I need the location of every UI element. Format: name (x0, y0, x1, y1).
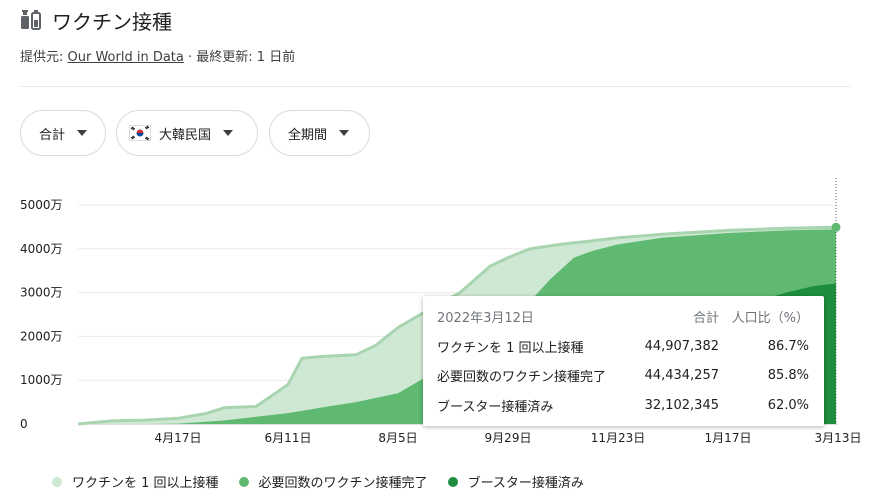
x-tick-label: 1月17日 (705, 431, 752, 445)
tooltip-row: ワクチンを 1 回以上接種 44,907,382 86.7% (437, 336, 810, 356)
metric-filter-label: 合計 (39, 127, 66, 143)
divider (20, 86, 850, 87)
tooltip-col-pct: 人口比（%） (731, 310, 809, 326)
tooltip-row-pct: 86.7% (767, 338, 809, 354)
legend-swatch (447, 476, 458, 487)
tooltip-row-total: 44,907,382 (644, 338, 719, 354)
korea-flag-icon (129, 125, 151, 141)
header: ワクチン接種 (20, 6, 172, 34)
last-updated: · 最終更新: 1 日前 (183, 50, 296, 65)
legend-label: 必要回数のワクチン接種完了 (258, 476, 428, 491)
source-line: 提供元: Our World in Data · 最終更新: 1 日前 (20, 46, 295, 65)
tooltip-row-total: 32,102,345 (644, 397, 719, 413)
y-tick-label: 0 (20, 417, 28, 431)
y-tick-label: 5000万 (20, 198, 63, 212)
chevron-down-icon (223, 130, 234, 136)
y-tick-label: 4000万 (20, 242, 63, 256)
tooltip-row-label: 必要回数のワクチン接種完了 (437, 369, 607, 385)
x-tick-label: 4月17日 (155, 431, 202, 445)
tooltip-header: 2022年3月12日 合計 人口比（%） (437, 306, 810, 326)
source-prefix: 提供元: (20, 50, 68, 65)
legend-item-booster[interactable]: ブースター接種済み (447, 472, 584, 491)
country-filter-label: 大韓民国 (159, 127, 212, 143)
y-tick-label: 1000万 (20, 373, 63, 387)
tooltip-row: 必要回数のワクチン接種完了 44,434,257 85.8% (437, 365, 810, 385)
page-title: ワクチン接種 (52, 9, 172, 34)
chevron-down-icon (339, 130, 350, 136)
chevron-down-icon (77, 130, 87, 136)
tooltip-row-total: 44,434,257 (644, 367, 719, 383)
chart-tooltip: 2022年3月12日 合計 人口比（%） ワクチンを 1 回以上接種 44,90… (423, 296, 824, 426)
country-filter-chip[interactable]: 大韓民国 (116, 110, 258, 156)
legend-swatch (238, 476, 249, 487)
vaccine-icon (21, 10, 41, 30)
tooltip-row: ブースター接種済み 32,102,345 62.0% (437, 395, 810, 415)
period-filter-chip[interactable]: 全期間 (269, 110, 370, 156)
chart-legend: ワクチンを 1 回以上接種 必要回数のワクチン接種完了 ブースター接種済み (52, 472, 604, 491)
legend-label: ブースター接種済み (467, 476, 584, 491)
tooltip-row-pct: 62.0% (767, 397, 809, 413)
x-tick-label: 9月29日 (485, 431, 532, 445)
period-filter-label: 全期間 (288, 127, 328, 143)
legend-item-first-dose[interactable]: ワクチンを 1 回以上接種 (52, 472, 219, 491)
tooltip-row-label: ブースター接種済み (437, 399, 554, 415)
x-tick-label: 11月23日 (591, 431, 646, 445)
source-link[interactable]: Our World in Data (68, 50, 184, 65)
x-tick-label: 6月11日 (265, 431, 312, 445)
legend-swatch (52, 476, 62, 487)
legend-item-fully-vaccinated[interactable]: 必要回数のワクチン接種完了 (238, 472, 428, 491)
tooltip-row-pct: 85.8% (767, 367, 809, 383)
x-tick-label: 3月13日 (815, 431, 862, 445)
tooltip-date: 2022年3月12日 (437, 310, 534, 326)
y-tick-label: 2000万 (20, 329, 63, 343)
metric-filter-chip[interactable]: 合計 (20, 110, 106, 156)
legend-label: ワクチンを 1 回以上接種 (72, 476, 219, 491)
hover-marker (831, 222, 841, 232)
tooltip-col-total: 合計 (692, 310, 719, 326)
y-tick-label: 3000万 (20, 286, 63, 300)
tooltip-row-label: ワクチンを 1 回以上接種 (437, 340, 584, 356)
x-tick-label: 8月5日 (378, 431, 417, 445)
